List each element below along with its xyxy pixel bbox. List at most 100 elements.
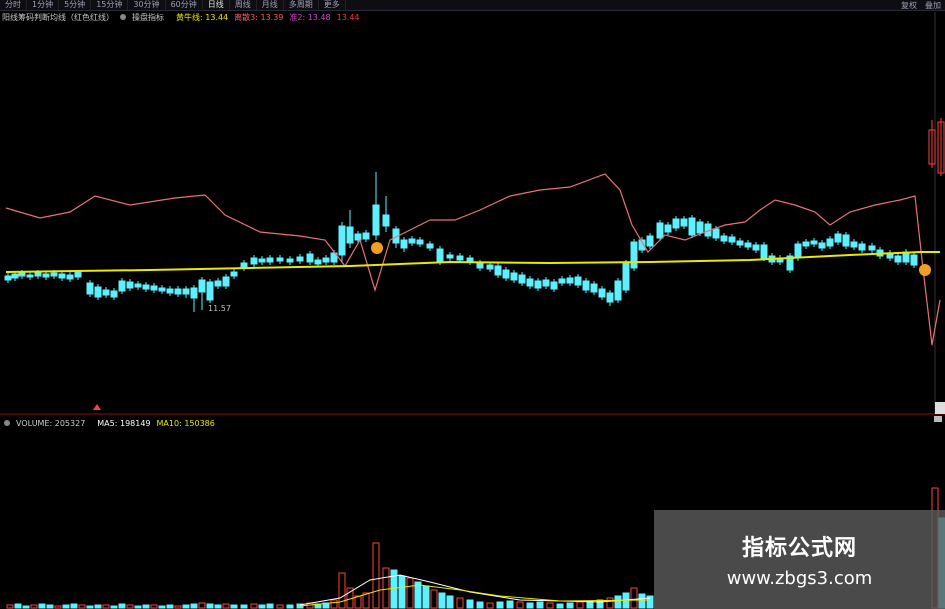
candle-body bbox=[436, 248, 444, 263]
volume-bar bbox=[406, 577, 414, 609]
candle-body bbox=[118, 280, 126, 292]
volume-bar bbox=[46, 604, 54, 609]
volume-bar bbox=[446, 595, 454, 609]
candle-body bbox=[372, 204, 380, 236]
volume-bar bbox=[526, 602, 534, 609]
candle-body bbox=[728, 236, 736, 243]
volume-bar bbox=[214, 604, 222, 609]
scroll-handle-vol[interactable] bbox=[934, 416, 942, 422]
signal-marker-icon bbox=[371, 242, 383, 254]
candle-body bbox=[50, 272, 58, 277]
signal-markers bbox=[371, 242, 931, 276]
volume-bar bbox=[614, 595, 622, 609]
candle-body bbox=[230, 271, 238, 277]
watermark-title: 指标公式网 bbox=[741, 536, 857, 561]
scroll-handle[interactable] bbox=[935, 402, 945, 414]
candle-body bbox=[190, 287, 198, 299]
candle-body bbox=[672, 218, 680, 229]
settings-icon[interactable] bbox=[4, 420, 10, 426]
volume-bar bbox=[30, 604, 38, 609]
candle-body bbox=[630, 241, 638, 269]
volume-bar bbox=[102, 604, 110, 609]
candle-body bbox=[276, 257, 284, 262]
volume-ma10: MA10: 150386 bbox=[156, 418, 215, 428]
candle-body bbox=[696, 221, 704, 234]
volume-bar bbox=[94, 604, 102, 609]
candle-body bbox=[18, 272, 26, 277]
volume-bar bbox=[354, 595, 362, 609]
candle-body bbox=[542, 279, 550, 287]
volume-bar bbox=[516, 601, 524, 609]
candle-body bbox=[408, 238, 416, 244]
candle-body bbox=[598, 288, 606, 298]
low-price-label: 11.57 bbox=[208, 304, 231, 313]
volume-bar bbox=[78, 604, 86, 609]
candle-body bbox=[550, 281, 558, 290]
candle-body bbox=[102, 289, 110, 296]
volume-bar bbox=[206, 603, 214, 609]
volume-bar bbox=[126, 604, 134, 609]
candle-body bbox=[802, 241, 810, 247]
candle-body bbox=[110, 290, 118, 298]
volume-bar bbox=[240, 604, 248, 609]
candle-body bbox=[894, 255, 902, 263]
volume-bar bbox=[546, 602, 554, 609]
candle-body bbox=[4, 275, 12, 281]
candle-body bbox=[214, 280, 222, 287]
candle-body bbox=[476, 262, 484, 269]
volume-bar bbox=[266, 603, 274, 609]
volume-bar bbox=[476, 601, 484, 609]
volume-legend: VOLUME: 205327 MA5: 198149 MA10: 150386 bbox=[4, 417, 221, 429]
volume-bar bbox=[190, 603, 198, 609]
volume-ma5: MA5: 198149 bbox=[97, 418, 151, 428]
volume-bar bbox=[62, 604, 70, 609]
volume-bar bbox=[372, 542, 380, 609]
candle-body bbox=[818, 242, 826, 249]
volume-bar bbox=[486, 602, 494, 609]
candle-body bbox=[94, 286, 102, 298]
volume-bar bbox=[258, 604, 266, 609]
candle-body bbox=[680, 218, 688, 227]
volume-bar bbox=[6, 604, 14, 609]
candle-body bbox=[850, 241, 858, 248]
volume-bar bbox=[430, 589, 438, 609]
candle-body bbox=[744, 242, 752, 248]
candle-body bbox=[868, 245, 876, 251]
down-arrow-icon bbox=[93, 404, 101, 410]
volume-name-label: VOLUME: 205327 bbox=[16, 418, 86, 428]
candle-body bbox=[606, 292, 614, 303]
candle-group bbox=[4, 118, 945, 312]
candle-body bbox=[126, 281, 134, 289]
volume-bar bbox=[398, 575, 406, 609]
volume-bar bbox=[638, 593, 646, 609]
candle-body bbox=[142, 284, 150, 290]
candle-body bbox=[486, 264, 494, 270]
watermark: 指标公式网 www.zbgs3.com bbox=[654, 510, 945, 609]
candle-body bbox=[794, 243, 802, 259]
candle-body bbox=[306, 253, 314, 263]
candle-body bbox=[11, 273, 19, 279]
volume-bar bbox=[38, 603, 46, 609]
candle-body bbox=[842, 234, 850, 247]
volume-bar bbox=[70, 603, 78, 609]
volume-bar bbox=[456, 597, 464, 609]
candle-body bbox=[810, 240, 818, 245]
candle-body bbox=[198, 279, 206, 293]
candle-body bbox=[314, 259, 322, 265]
volume-bar bbox=[14, 603, 22, 609]
candle-body bbox=[760, 244, 768, 259]
volume-bar bbox=[338, 572, 346, 609]
volume-bar bbox=[134, 605, 142, 609]
candle-body bbox=[712, 228, 720, 239]
volume-bar bbox=[576, 601, 584, 609]
volume-bar bbox=[86, 605, 94, 609]
candle-body bbox=[382, 214, 390, 227]
volume-bar bbox=[222, 603, 230, 609]
volume-bar bbox=[496, 601, 504, 609]
candle-body bbox=[158, 287, 166, 292]
volume-bar bbox=[166, 604, 174, 609]
volume-bar bbox=[466, 599, 474, 609]
volume-bar bbox=[150, 604, 158, 609]
candle-body bbox=[456, 255, 464, 261]
candle-body bbox=[494, 265, 502, 276]
